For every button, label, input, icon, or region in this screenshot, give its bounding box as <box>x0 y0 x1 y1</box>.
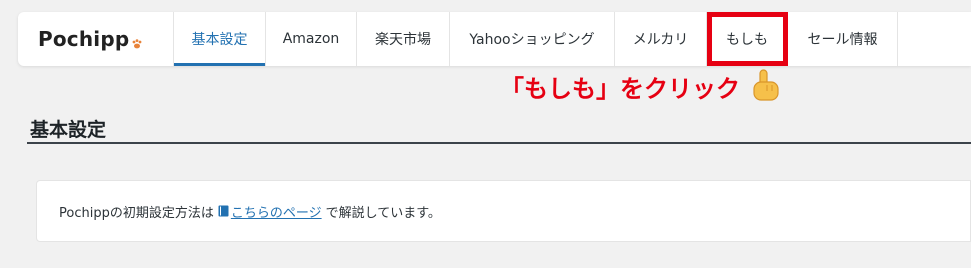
notice-suffix: で解説しています。 <box>325 205 441 221</box>
tab-yahoo-shopping[interactable]: Yahooショッピング <box>450 12 615 66</box>
tab-amazon[interactable]: Amazon <box>266 12 357 66</box>
settings-nav-bar: Pochipp 基本設定 Amazon 楽天市場 Yahooショッピング メルカ… <box>18 12 971 66</box>
tab-label: Amazon <box>282 31 340 47</box>
tab-basic-settings[interactable]: 基本設定 <box>174 12 266 66</box>
pointing-hand-icon <box>753 69 779 101</box>
tab-label: メルカリ <box>632 32 689 48</box>
annotation-text: 「もしも」をクリック <box>500 74 740 103</box>
book-icon <box>218 205 229 217</box>
page-title: 基本設定 <box>30 119 107 141</box>
tab-label: 楽天市場 <box>375 32 431 48</box>
logo-text: Pochipp <box>38 27 130 51</box>
notice-prefix: Pochippの初期設定方法は <box>59 205 214 221</box>
paw-icon <box>132 39 142 49</box>
section-divider <box>27 142 971 144</box>
tab-moshimo[interactable]: もしも <box>707 12 788 66</box>
tab-label: もしも <box>726 32 768 48</box>
tab-sale-info[interactable]: セール情報 <box>788 12 898 66</box>
setup-notice-card: Pochippの初期設定方法は こちらのページ で解説しています。 <box>36 180 971 242</box>
click-instruction-annotation: 「もしも」をクリック <box>500 68 782 104</box>
settings-tabs: 基本設定 Amazon 楽天市場 Yahooショッピング メルカリ もしも セー… <box>174 12 898 66</box>
pochipp-logo: Pochipp <box>18 12 174 66</box>
tab-label: Yahooショッピング <box>469 32 595 48</box>
tab-label: セール情報 <box>807 32 878 48</box>
tab-mercari[interactable]: メルカリ <box>615 12 707 66</box>
setup-guide-link-text: こちらのページ <box>230 205 322 221</box>
tab-rakuten[interactable]: 楽天市場 <box>357 12 450 66</box>
setup-guide-link[interactable]: こちらのページ <box>218 202 322 221</box>
tab-label: 基本設定 <box>191 32 248 48</box>
